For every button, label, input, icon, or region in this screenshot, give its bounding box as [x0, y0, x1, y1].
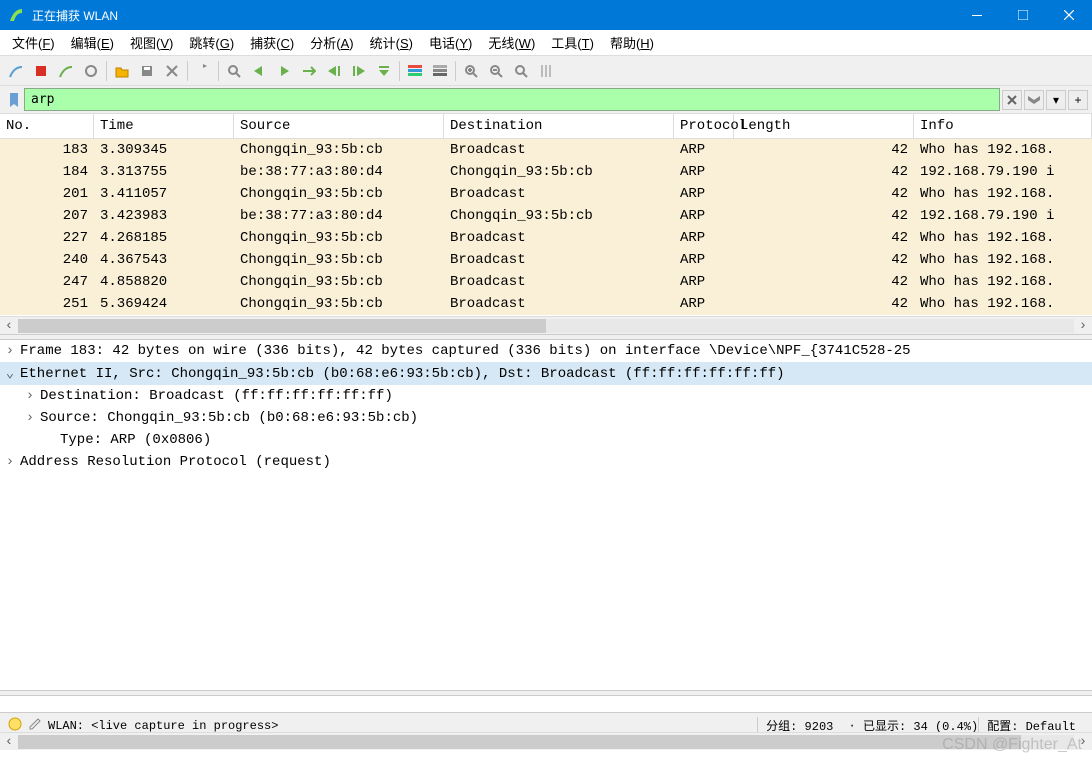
- apply-filter-icon[interactable]: [1024, 90, 1044, 110]
- packet-list-hscroll[interactable]: ‹ ›: [0, 316, 1092, 334]
- tree-frame[interactable]: ›Frame 183: 42 bytes on wire (336 bits),…: [0, 340, 1092, 362]
- go-next-icon[interactable]: [272, 59, 296, 83]
- titlebar: 正在捕获 WLAN: [0, 0, 1092, 30]
- display-filter-input[interactable]: [24, 88, 1000, 111]
- status-interface: WLAN: <live capture in progress>: [48, 719, 278, 733]
- restart-capture-icon[interactable]: [54, 59, 78, 83]
- tree-eth-src[interactable]: ›Source: Chongqin_93:5b:cb (b0:68:e6:93:…: [0, 407, 1092, 429]
- packet-list-pane: No. Time Source Destination Protocol Len…: [0, 114, 1092, 334]
- tree-eth-dst[interactable]: ›Destination: Broadcast (ff:ff:ff:ff:ff:…: [0, 385, 1092, 407]
- resize-columns-icon[interactable]: [534, 59, 558, 83]
- column-headers: No. Time Source Destination Protocol Len…: [0, 114, 1092, 139]
- go-previous-icon[interactable]: [247, 59, 271, 83]
- menu-tools[interactable]: 工具(T): [543, 30, 602, 55]
- zoom-reset-icon[interactable]: [509, 59, 533, 83]
- packet-rows[interactable]: 1833.309345Chongqin_93:5b:cbBroadcastARP…: [0, 139, 1092, 316]
- scroll-left-icon[interactable]: ‹: [0, 318, 18, 334]
- menu-analyze[interactable]: 分析(A): [302, 30, 361, 55]
- menu-wireless[interactable]: 无线(W): [480, 30, 543, 55]
- tree-ethernet[interactable]: ⌄Ethernet II, Src: Chongqin_93:5b:cb (b0…: [0, 362, 1092, 385]
- packet-row[interactable]: 2073.423983be:38:77:a3:80:d4Chongqin_93:…: [0, 205, 1092, 227]
- tree-eth-type[interactable]: Type: ARP (0x0806): [0, 429, 1092, 451]
- menubar: 文件(F) 编辑(E) 视图(V) 跳转(G) 捕获(C) 分析(A) 统计(S…: [0, 30, 1092, 56]
- expand-icon[interactable]: ›: [0, 343, 20, 359]
- filter-bar: ▾ +: [0, 86, 1092, 114]
- close-button[interactable]: [1046, 0, 1092, 30]
- packet-bytes-pane[interactable]: [0, 696, 1092, 712]
- open-file-icon[interactable]: [110, 59, 134, 83]
- menu-capture[interactable]: 捕获(C): [242, 30, 302, 55]
- tree-arp[interactable]: ›Address Resolution Protocol (request): [0, 451, 1092, 473]
- zoom-in-icon[interactable]: [459, 59, 483, 83]
- col-length[interactable]: Length: [734, 114, 914, 138]
- window-title: 正在捕获 WLAN: [32, 7, 954, 24]
- status-separator: ·: [841, 719, 863, 733]
- menu-go[interactable]: 跳转(G): [181, 30, 242, 55]
- go-last-icon[interactable]: [347, 59, 371, 83]
- reload-icon[interactable]: [191, 59, 215, 83]
- packet-row[interactable]: 2013.411057Chongqin_93:5b:cbBroadcastARP…: [0, 183, 1092, 205]
- menu-file[interactable]: 文件(F): [4, 30, 63, 55]
- colorize2-icon[interactable]: [428, 59, 452, 83]
- col-destination[interactable]: Destination: [444, 114, 674, 138]
- menu-telephony[interactable]: 电话(Y): [421, 30, 480, 55]
- capture-options-icon[interactable]: [79, 59, 103, 83]
- zoom-out-icon[interactable]: [484, 59, 508, 83]
- col-time[interactable]: Time: [94, 114, 234, 138]
- find-packet-icon[interactable]: [222, 59, 246, 83]
- expand-icon[interactable]: ›: [20, 388, 40, 404]
- expand-icon[interactable]: ›: [0, 454, 20, 470]
- app-icon: [8, 7, 24, 23]
- clear-filter-icon[interactable]: [1002, 90, 1022, 110]
- autoscroll-icon[interactable]: [372, 59, 396, 83]
- packet-row[interactable]: 1833.309345Chongqin_93:5b:cbBroadcastARP…: [0, 139, 1092, 161]
- collapse-icon[interactable]: ⌄: [0, 365, 20, 382]
- col-protocol[interactable]: Protocol: [674, 114, 734, 138]
- scroll-right-icon[interactable]: ›: [1074, 318, 1092, 334]
- start-capture-icon[interactable]: [4, 59, 28, 83]
- bookmark-icon[interactable]: [4, 90, 24, 110]
- packet-details-pane[interactable]: ›Frame 183: 42 bytes on wire (336 bits),…: [0, 340, 1092, 690]
- minimize-button[interactable]: [954, 0, 1000, 30]
- colorize-icon[interactable]: [403, 59, 427, 83]
- menu-statistics[interactable]: 统计(S): [362, 30, 421, 55]
- menu-help[interactable]: 帮助(H): [602, 30, 662, 55]
- col-source[interactable]: Source: [234, 114, 444, 138]
- toolbar: [0, 56, 1092, 86]
- col-no[interactable]: No.: [0, 114, 94, 138]
- filter-dropdown-icon[interactable]: ▾: [1046, 90, 1066, 110]
- packet-row[interactable]: 2274.268185Chongqin_93:5b:cbBroadcastARP…: [0, 227, 1092, 249]
- expand-icon[interactable]: ›: [20, 410, 40, 426]
- go-jump-icon[interactable]: [297, 59, 321, 83]
- col-info[interactable]: Info: [914, 114, 1092, 138]
- menu-edit[interactable]: 编辑(E): [63, 30, 122, 55]
- menu-view[interactable]: 视图(V): [122, 30, 181, 55]
- stop-capture-icon[interactable]: [29, 59, 53, 83]
- add-filter-icon[interactable]: +: [1068, 90, 1088, 110]
- go-first-icon[interactable]: [322, 59, 346, 83]
- packet-row[interactable]: 2404.367543Chongqin_93:5b:cbBroadcastARP…: [0, 249, 1092, 271]
- save-file-icon[interactable]: [135, 59, 159, 83]
- packet-row[interactable]: 2474.858820Chongqin_93:5b:cbBroadcastARP…: [0, 271, 1092, 293]
- packet-row[interactable]: 1843.313755be:38:77:a3:80:d4Chongqin_93:…: [0, 161, 1092, 183]
- close-file-icon[interactable]: [160, 59, 184, 83]
- packet-row[interactable]: 2515.369424Chongqin_93:5b:cbBroadcastARP…: [0, 293, 1092, 315]
- maximize-button[interactable]: [1000, 0, 1046, 30]
